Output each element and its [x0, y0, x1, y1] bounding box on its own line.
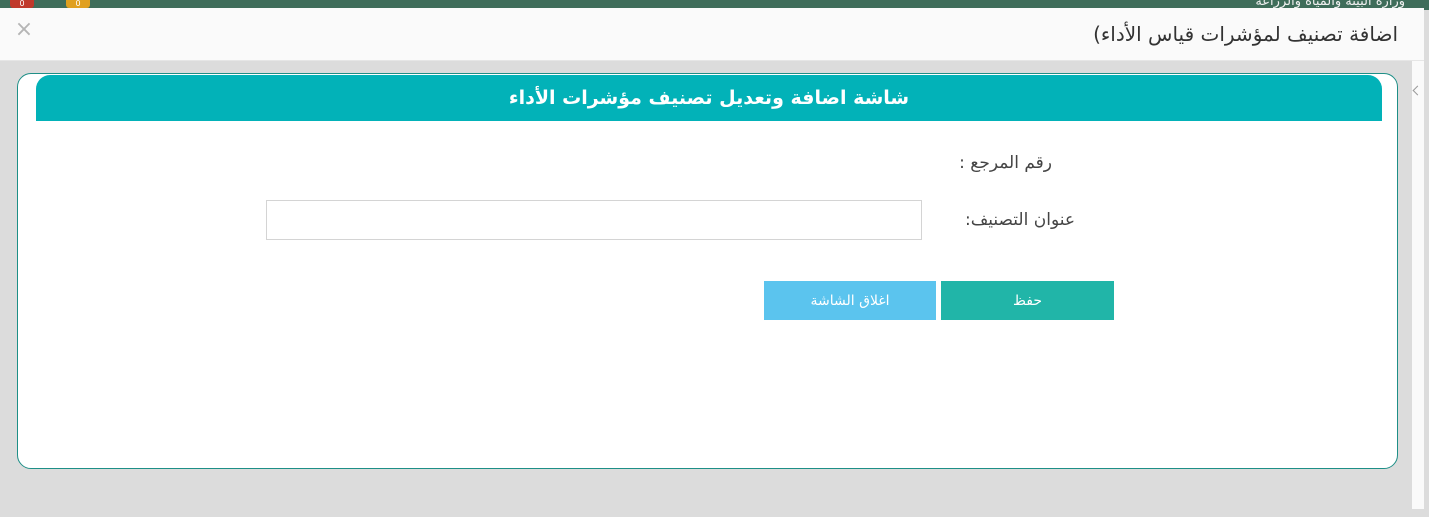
reference-number-label: رقم المرجع : [959, 153, 1052, 173]
save-button[interactable]: حفظ [941, 281, 1114, 320]
form-header: شاشة اضافة وتعديل تصنيف مؤشرات الأداء [36, 75, 1382, 121]
classification-title-label: عنوان التصنيف: [964, 210, 1075, 230]
close-icon[interactable]: × [14, 19, 34, 41]
background-badge-right: 0 [66, 0, 90, 8]
classification-title-input[interactable] [266, 200, 922, 240]
form-card: شاشة اضافة وتعديل تصنيف مؤشرات الأداء رق… [17, 73, 1398, 469]
background-badge-left: 0 [10, 0, 34, 8]
modal-header: × اضافة تصنيف لمؤشرات قياس الأداء) [0, 8, 1424, 61]
scrollbar[interactable] [1412, 61, 1424, 509]
close-screen-button[interactable]: اغلاق الشاشة [764, 281, 936, 320]
modal-title: اضافة تصنيف لمؤشرات قياس الأداء) [1093, 22, 1398, 46]
chevron-up-icon[interactable] [1412, 85, 1423, 96]
